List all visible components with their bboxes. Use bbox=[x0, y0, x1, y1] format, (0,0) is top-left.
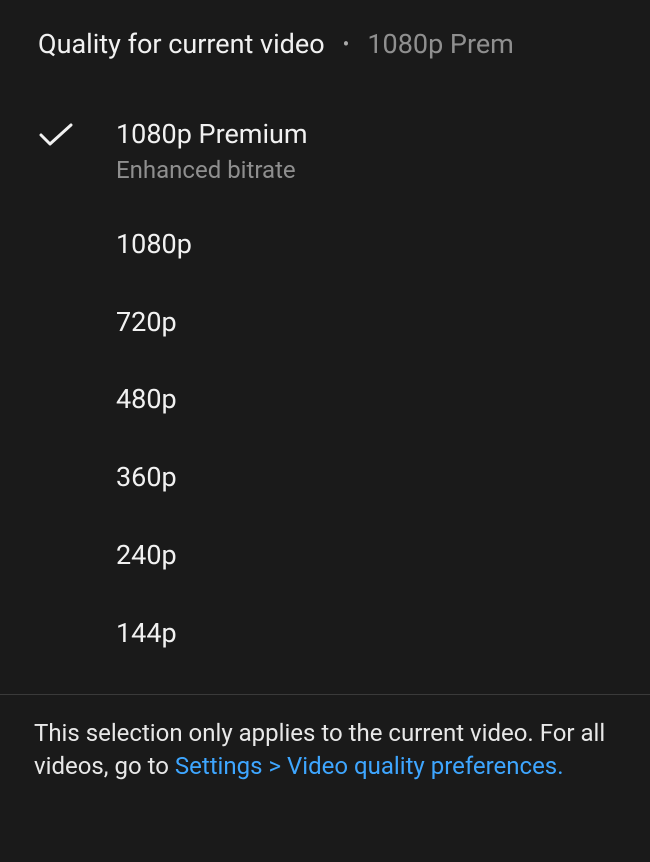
quality-option-360p[interactable]: 360p bbox=[0, 439, 650, 517]
option-label: 240p bbox=[116, 539, 612, 573]
option-label: 720p bbox=[116, 306, 612, 340]
option-sublabel: Enhanced bitrate bbox=[116, 156, 612, 184]
settings-video-quality-link[interactable]: Settings > Video quality preferences. bbox=[175, 752, 564, 780]
header-title: Quality for current video bbox=[38, 28, 325, 60]
quality-header: Quality for current video • 1080p Prem bbox=[0, 0, 650, 90]
option-label: 1080p bbox=[116, 228, 612, 262]
option-label: 1080p Premium bbox=[116, 118, 612, 152]
separator-dot: • bbox=[343, 32, 350, 56]
quality-option-1080p[interactable]: 1080p bbox=[0, 206, 650, 284]
quality-option-480p[interactable]: 480p bbox=[0, 361, 650, 439]
quality-option-1080p-premium[interactable]: 1080p Premium Enhanced bitrate bbox=[0, 96, 650, 206]
quality-option-720p[interactable]: 720p bbox=[0, 284, 650, 362]
option-label: 360p bbox=[116, 461, 612, 495]
quality-options-list: 1080p Premium Enhanced bitrate 1080p 720… bbox=[0, 90, 650, 686]
option-label: 480p bbox=[116, 383, 612, 417]
checkmark-icon bbox=[38, 122, 116, 148]
option-label: 144p bbox=[116, 617, 612, 651]
quality-option-144p[interactable]: 144p bbox=[0, 595, 650, 673]
quality-option-240p[interactable]: 240p bbox=[0, 517, 650, 595]
footer-note: This selection only applies to the curre… bbox=[0, 695, 650, 810]
header-current-quality: 1080p Prem bbox=[367, 28, 513, 60]
